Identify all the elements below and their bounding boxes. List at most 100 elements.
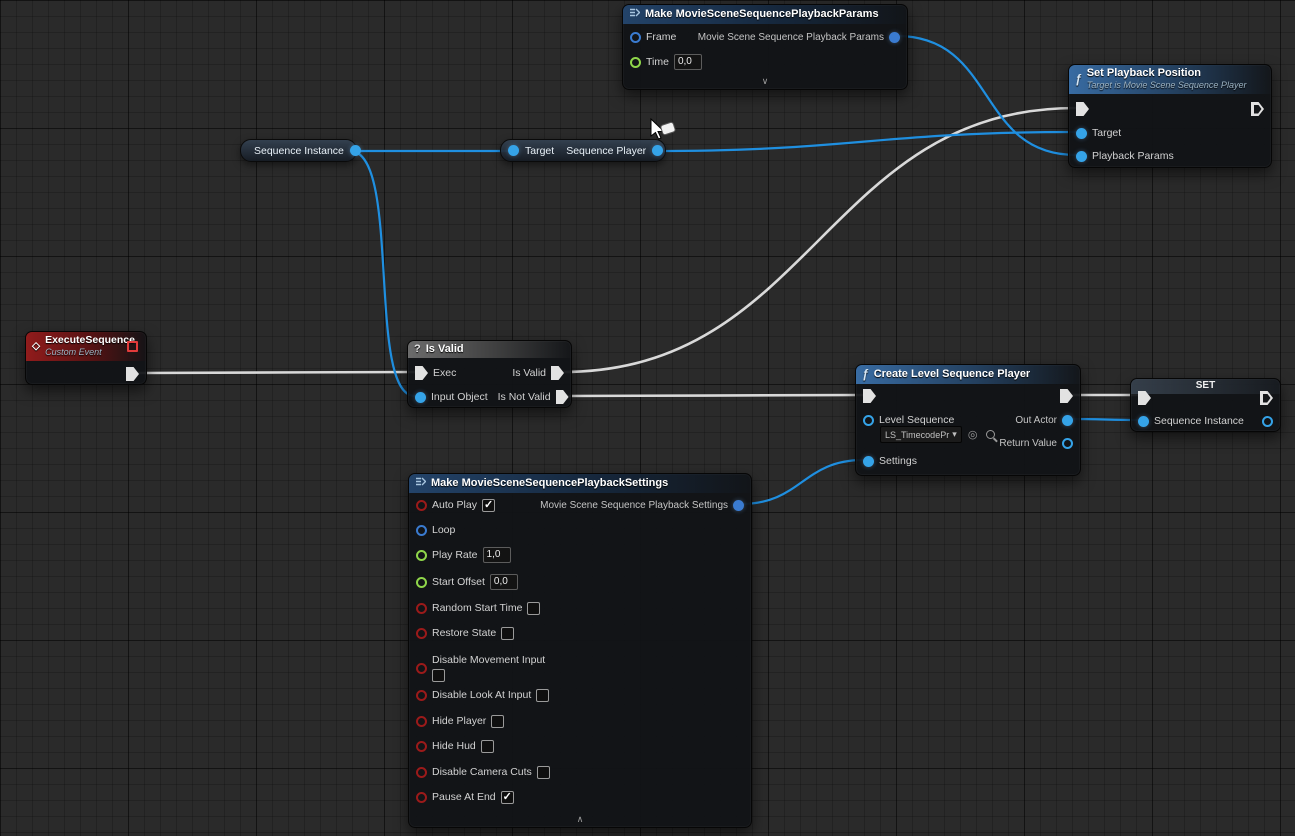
pin-exec-out[interactable]	[1260, 391, 1273, 405]
make-struct-icon	[629, 7, 640, 21]
wire-data-sequenceinstance-to-inputobject[interactable]	[350, 151, 415, 396]
hide-player-checkbox[interactable]	[491, 715, 504, 728]
pin-pause-at-end-input[interactable]	[416, 792, 427, 803]
pin-label-disable-movement-input: Disable Movement Input	[432, 654, 545, 666]
node-create-level-sequence-player[interactable]: ƒ Create Level Sequence Player Level Seq…	[855, 364, 1081, 476]
pin-label-settings: Settings	[879, 455, 917, 467]
node-subtitle: Custom Event	[45, 346, 122, 358]
node-get-sequence-player[interactable]: Target Sequence Player	[500, 139, 666, 162]
node-title: Create Level Sequence Player	[874, 368, 1031, 380]
auto-play-checkbox[interactable]	[482, 499, 495, 512]
pin-out-actor-output[interactable]	[1062, 415, 1073, 426]
start-offset-field[interactable]: 0,0	[490, 574, 518, 590]
pin-is-not-valid-out[interactable]	[556, 390, 569, 404]
pin-disable-camera-cuts-input[interactable]	[416, 767, 427, 778]
play-rate-field[interactable]: 1,0	[483, 547, 511, 563]
node-header: ƒ Create Level Sequence Player	[856, 365, 1080, 384]
pin-label-sequence-player: Sequence Player	[566, 145, 646, 157]
pin-disable-movement-input[interactable]	[416, 663, 427, 674]
node-header: Make MovieSceneSequencePlaybackSettings	[409, 474, 751, 493]
pin-label-hide-hud: Hide Hud	[432, 740, 476, 752]
pin-label-loop: Loop	[432, 524, 455, 536]
wire-exec-executesequence-to-isvalid[interactable]	[138, 372, 416, 373]
pin-time-input[interactable]	[630, 57, 641, 68]
wire-data-settings-to-settings[interactable]	[741, 460, 863, 504]
pin-random-start-time-input[interactable]	[416, 603, 427, 614]
hide-hud-checkbox[interactable]	[481, 740, 494, 753]
pin-hide-hud-input[interactable]	[416, 741, 427, 752]
pin-label-playback-params: Playback Params	[1092, 150, 1174, 162]
collapse-chevron-icon[interactable]: ∨	[623, 75, 907, 88]
pin-playback-params-input[interactable]	[1076, 151, 1087, 162]
pin-disable-look-at-input[interactable]	[416, 690, 427, 701]
pin-exec-in[interactable]	[863, 389, 876, 403]
node-title: Set Playback Position	[1087, 67, 1247, 79]
pin-label-level-sequence: Level Sequence	[879, 414, 954, 426]
pin-input-object[interactable]	[415, 392, 426, 403]
node-set-playback-position[interactable]: ƒ Set Playback Position Target is Movie …	[1068, 64, 1272, 168]
disable-camera-cuts-checkbox[interactable]	[537, 766, 550, 779]
pin-exec-out[interactable]	[1060, 389, 1073, 403]
node-header: ? Is Valid	[408, 341, 571, 358]
pin-settings-output[interactable]	[733, 500, 744, 511]
pin-value-output[interactable]	[1262, 416, 1273, 427]
disable-movement-input-checkbox[interactable]	[432, 669, 445, 682]
pause-at-end-checkbox[interactable]	[501, 791, 514, 804]
wire-exec-isnotvalid-to-create[interactable]	[562, 395, 863, 396]
wire-data-sequenceplayer-to-target[interactable]	[655, 132, 1076, 151]
pin-label-sequence-instance: Sequence Instance	[1154, 415, 1244, 427]
pin-label-start-offset: Start Offset	[432, 576, 485, 588]
node-header: ◇ ExecuteSequence Custom Event	[26, 332, 146, 361]
pin-label-settings-output: Movie Scene Sequence Playback Settings	[540, 500, 728, 511]
pin-target-input[interactable]	[508, 145, 519, 156]
pin-sequence-instance-output[interactable]	[350, 145, 361, 156]
pin-label-is-valid: Is Valid	[512, 367, 546, 379]
pin-playback-params-output[interactable]	[889, 32, 900, 43]
pin-sequence-instance-input[interactable]	[1138, 416, 1149, 427]
pin-exec-out[interactable]	[1251, 102, 1264, 116]
pin-exec-in[interactable]	[1076, 102, 1089, 116]
pin-label-playback-params-output: Movie Scene Sequence Playback Params	[698, 32, 884, 43]
node-execute-sequence[interactable]: ◇ ExecuteSequence Custom Event	[25, 331, 147, 385]
pin-return-value-output[interactable]	[1062, 438, 1073, 449]
pin-label-hide-player: Hide Player	[432, 715, 486, 727]
node-title: Make MovieSceneSequencePlaybackParams	[645, 8, 879, 20]
pin-loop-input[interactable]	[416, 525, 427, 536]
pin-start-offset-input[interactable]	[416, 577, 427, 588]
pin-restore-state-input[interactable]	[416, 628, 427, 639]
time-value-field[interactable]: 0,0	[674, 54, 702, 70]
disable-look-at-input-checkbox[interactable]	[536, 689, 549, 702]
node-is-valid[interactable]: ? Is Valid Exec Is Valid Input Object Is…	[407, 340, 572, 408]
node-get-sequence-instance[interactable]: Sequence Instance	[240, 139, 357, 162]
pin-auto-play-input[interactable]	[416, 500, 427, 511]
pin-frame-input[interactable]	[630, 32, 641, 43]
function-icon: ƒ	[862, 367, 869, 381]
pin-sequence-player-output[interactable]	[652, 145, 663, 156]
pin-hide-player-input[interactable]	[416, 716, 427, 727]
node-header: Make MovieSceneSequencePlaybackParams	[623, 5, 907, 24]
function-icon: ƒ	[1075, 72, 1082, 86]
pin-play-rate-input[interactable]	[416, 550, 427, 561]
pin-settings-input[interactable]	[863, 456, 874, 467]
collapse-chevron-icon[interactable]: ∧	[409, 813, 751, 826]
pin-is-valid-out[interactable]	[551, 366, 564, 380]
pin-label-auto-play: Auto Play	[432, 499, 477, 511]
node-title: ExecuteSequence	[45, 334, 122, 346]
node-make-playback-params[interactable]: Make MovieSceneSequencePlaybackParams Fr…	[622, 4, 908, 90]
pin-exec-in[interactable]	[1138, 391, 1151, 405]
random-start-time-checkbox[interactable]	[527, 602, 540, 615]
pin-target-input[interactable]	[1076, 128, 1087, 139]
node-set-sequence-instance[interactable]: SET Sequence Instance	[1130, 378, 1281, 432]
delegate-pin[interactable]	[127, 341, 138, 352]
pin-exec-in[interactable]	[415, 366, 428, 380]
pin-exec-out[interactable]	[126, 367, 139, 381]
pin-label-input-object: Input Object	[431, 391, 488, 403]
pin-label-frame: Frame	[646, 31, 676, 43]
node-title: Make MovieSceneSequencePlaybackSettings	[431, 477, 668, 489]
node-make-playback-settings[interactable]: Make MovieSceneSequencePlaybackSettings …	[408, 473, 752, 828]
blueprint-canvas[interactable]: { "colors": { "exec_pin": "#e2e2e2", "ob…	[0, 0, 1295, 836]
node-header: ƒ Set Playback Position Target is Movie …	[1069, 65, 1271, 94]
restore-state-checkbox[interactable]	[501, 627, 514, 640]
pin-level-sequence-input[interactable]	[863, 415, 874, 426]
question-icon: ?	[414, 343, 421, 355]
